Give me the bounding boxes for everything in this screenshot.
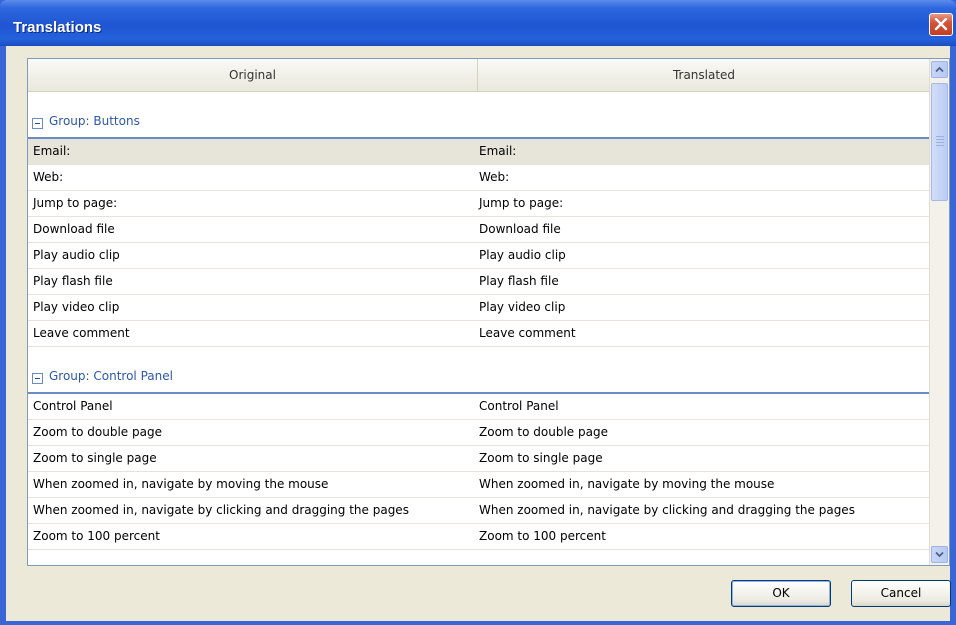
translated-cell[interactable]: Email:: [479, 139, 516, 164]
grip-line: [936, 139, 944, 140]
table-row[interactable]: Play flash file Play flash file: [28, 269, 930, 295]
original-cell: Control Panel: [33, 399, 113, 413]
original-cell: Zoom to double page: [33, 425, 162, 439]
collapse-icon[interactable]: [32, 118, 43, 129]
scroll-thumb[interactable]: [931, 83, 948, 201]
original-cell: Play audio clip: [33, 248, 120, 262]
scroll-up-button[interactable]: [931, 61, 948, 78]
translated-cell[interactable]: Zoom to double page: [479, 420, 608, 445]
scroll-down-button[interactable]: [931, 546, 948, 563]
original-cell: Play video clip: [33, 300, 120, 314]
vertical-scrollbar[interactable]: [929, 59, 949, 565]
table-row[interactable]: Email: Email:: [28, 139, 930, 165]
window-title: Translations: [13, 19, 102, 36]
title-bar[interactable]: Translations: [0, 0, 956, 46]
original-cell: Web:: [33, 170, 64, 184]
scroll-up-arrow-icon: [935, 66, 944, 73]
table-row[interactable]: Play video clip Play video clip: [28, 295, 930, 321]
table-row[interactable]: Zoom to single page Zoom to single page: [28, 446, 930, 472]
table-row[interactable]: Download file Download file: [28, 217, 930, 243]
original-cell: Download file: [33, 222, 115, 236]
grid-header: Original Translated: [28, 59, 930, 92]
table-row[interactable]: Play audio clip Play audio clip: [28, 243, 930, 269]
close-icon: [934, 18, 948, 31]
original-cell: Zoom to 100 percent: [33, 529, 160, 543]
original-cell: Play flash file: [33, 274, 113, 288]
column-header-original[interactable]: Original: [28, 59, 478, 91]
collapse-icon[interactable]: [32, 373, 43, 384]
translated-cell[interactable]: Download file: [479, 217, 561, 242]
table-row[interactable]: Zoom to double page Zoom to double page: [28, 420, 930, 446]
cancel-button[interactable]: Cancel: [851, 580, 951, 607]
grip-line: [936, 142, 944, 143]
group-label: Group: Buttons: [49, 114, 140, 128]
translated-cell[interactable]: When zoomed in, navigate by moving the m…: [479, 472, 774, 497]
table-row[interactable]: Control Panel Control Panel: [28, 394, 930, 420]
translations-grid[interactable]: Original Translated Group: Buttons Email:…: [27, 58, 950, 566]
translated-cell[interactable]: When zoomed in, navigate by clicking and…: [479, 498, 855, 523]
group-header[interactable]: Group: Buttons: [28, 92, 930, 139]
translated-cell[interactable]: Jump to page:: [479, 191, 563, 216]
original-cell: Jump to page:: [33, 196, 118, 210]
table-row[interactable]: Leave comment Leave comment: [28, 321, 930, 347]
table-row[interactable]: When zoomed in, navigate by moving the m…: [28, 472, 930, 498]
translated-cell[interactable]: Web:: [479, 165, 509, 190]
close-button[interactable]: [929, 13, 953, 36]
translated-cell[interactable]: Control Panel: [479, 394, 559, 419]
column-header-translated[interactable]: Translated: [478, 59, 930, 91]
table-row[interactable]: Jump to page: Jump to page:: [28, 191, 930, 217]
original-cell: When zoomed in, navigate by moving the m…: [33, 477, 329, 491]
original-cell: When zoomed in, navigate by clicking and…: [33, 503, 409, 517]
table-row[interactable]: When zoomed in, navigate by clicking and…: [28, 498, 930, 524]
table-row[interactable]: Web: Web:: [28, 165, 930, 191]
group-label: Group: Control Panel: [49, 369, 173, 383]
grid-body: Group: Buttons Email: Email: Web: Web: Jump t…: [28, 92, 930, 565]
translated-cell[interactable]: Zoom to single page: [479, 446, 603, 471]
group-header[interactable]: Group: Control Panel: [28, 347, 930, 394]
translated-cell[interactable]: Play audio clip: [479, 243, 566, 268]
translations-dialog: Translations Original Translated Group: …: [0, 0, 956, 625]
scroll-down-arrow-icon: [935, 551, 944, 558]
translated-cell[interactable]: Zoom to 100 percent: [479, 524, 606, 549]
translated-cell[interactable]: Play video clip: [479, 295, 565, 320]
grip-line: [936, 136, 944, 137]
original-cell: Zoom to single page: [33, 451, 157, 465]
table-row[interactable]: Zoom to 100 percent Zoom to 100 percent: [28, 524, 930, 550]
translated-cell[interactable]: Leave comment: [479, 321, 576, 346]
ok-button[interactable]: OK: [731, 580, 831, 607]
translated-cell[interactable]: Play flash file: [479, 269, 559, 294]
original-cell: Leave comment: [33, 326, 130, 340]
grip-line: [936, 145, 944, 146]
original-cell: Email:: [33, 144, 71, 158]
